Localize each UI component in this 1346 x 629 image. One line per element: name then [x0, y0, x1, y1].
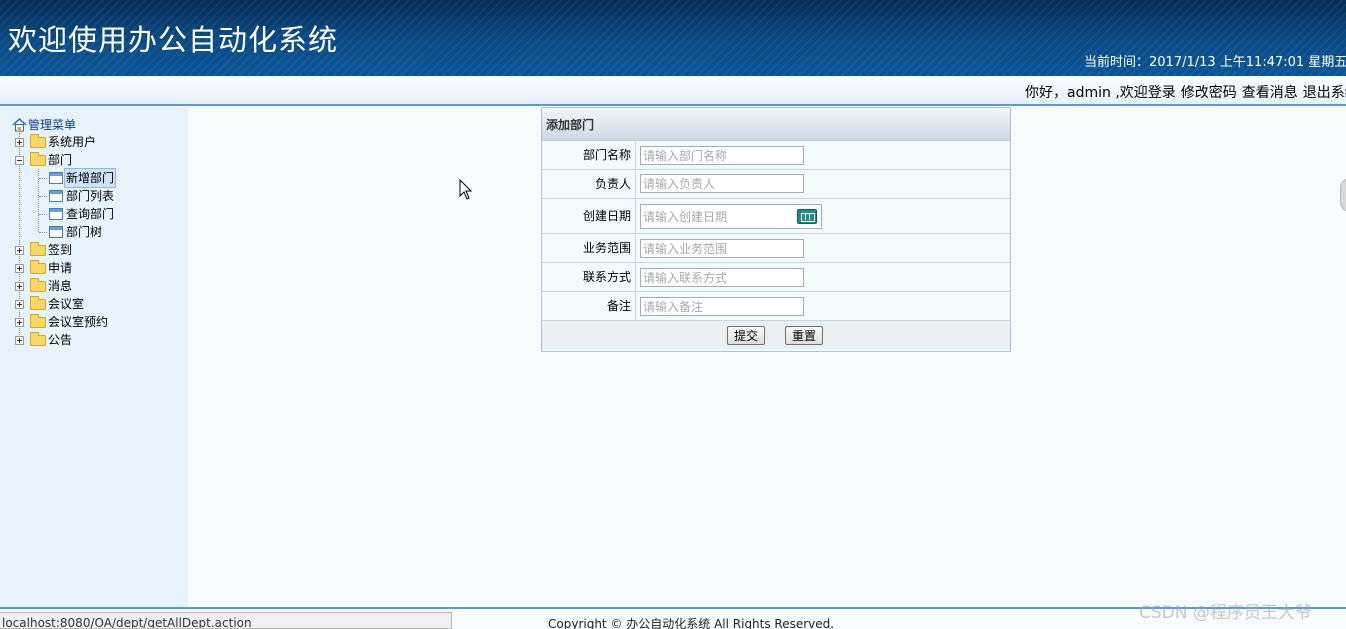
expand-plus-icon[interactable] [15, 282, 24, 291]
business-scope-input[interactable] [640, 239, 804, 258]
calendar-icon[interactable] [797, 209, 817, 224]
expand-plus-icon[interactable] [15, 300, 24, 309]
app-title: 欢迎使用办公自动化系统 [8, 23, 339, 57]
sidebar-item-label: 系统用户 [48, 135, 97, 149]
folder-icon [30, 242, 46, 256]
add-department-form: 添加部门 部门名称 负责人 创建日期 业务范围 联系方式 备注 提交 重置 [541, 107, 1011, 352]
form-row-dept-name: 部门名称 [542, 141, 1010, 170]
logout-link[interactable]: 退出系统 [1303, 85, 1346, 101]
field-label: 负责人 [542, 170, 636, 198]
sidebar-item-label: 部门树 [66, 225, 103, 239]
sidebar-item-label: 新增部门 [64, 168, 117, 188]
form-row-business-scope: 业务范围 [542, 234, 1010, 263]
current-time: 当前时间：2017/1/13 上午11:47:01 星期五 [1084, 55, 1346, 70]
create-date-picker [640, 204, 822, 229]
page-icon [49, 190, 63, 202]
change-password-link[interactable]: 修改密码 [1181, 85, 1237, 101]
sidebar-item-label: 部门列表 [66, 189, 115, 203]
form-actions: 提交 重置 [542, 321, 1010, 349]
field-label: 联系方式 [542, 263, 636, 291]
folder-icon [30, 296, 46, 310]
form-row-create-date: 创建日期 [542, 199, 1010, 234]
field-label: 部门名称 [542, 141, 636, 169]
sidebar-item-label: 申请 [48, 261, 73, 275]
expand-plus-icon[interactable] [15, 138, 24, 147]
mouse-pointer-icon [459, 179, 473, 200]
tree-guide-line [39, 232, 47, 233]
page-icon [49, 208, 63, 220]
sidebar-item-label: 签到 [48, 243, 73, 257]
page-icon [49, 172, 63, 184]
form-row-manager: 负责人 [542, 170, 1010, 199]
remarks-input[interactable] [640, 297, 804, 316]
folder-open-icon [30, 152, 46, 166]
field-label: 业务范围 [542, 234, 636, 262]
sidebar-item-label: 会议室 [48, 297, 85, 311]
folder-icon [30, 260, 46, 274]
tree-guide-line [39, 214, 47, 215]
page-icon [49, 226, 63, 238]
view-messages-link[interactable]: 查看消息 [1242, 85, 1298, 101]
form-row-contact: 联系方式 [542, 263, 1010, 292]
home-icon [12, 118, 27, 132]
dept-name-input[interactable] [640, 146, 804, 165]
tree-root-label: 管理菜单 [28, 118, 77, 132]
tree-guide-line [39, 196, 47, 197]
expand-plus-icon[interactable] [15, 264, 24, 273]
contact-input[interactable] [640, 268, 804, 287]
sidebar-item-label: 会议室预约 [48, 315, 109, 329]
sidebar-item-label: 消息 [48, 279, 73, 293]
sidebar-item-label: 查询部门 [66, 207, 115, 221]
sidebar-item-label: 公告 [48, 333, 73, 347]
watermark-text: CSDN @程序员王大爷 [1139, 603, 1312, 623]
form-title: 添加部门 [542, 108, 1010, 141]
reset-button[interactable]: 重置 [785, 326, 824, 345]
submit-button[interactable]: 提交 [727, 326, 766, 345]
tree-guide-line [39, 178, 47, 179]
folder-icon [30, 278, 46, 292]
side-handle[interactable] [1340, 178, 1346, 212]
manager-input[interactable] [640, 174, 804, 193]
expand-plus-icon[interactable] [15, 318, 24, 327]
folder-icon [30, 134, 46, 148]
app-header: 欢迎使用办公自动化系统 当前时间：2017/1/13 上午11:47:01 星期… [0, 0, 1346, 76]
browser-status-bar: localhost:8080/OA/dept/getAllDept.action [0, 612, 452, 629]
folder-icon [30, 332, 46, 346]
user-bar: 你好，admin ,欢迎登录修改密码查看消息退出系统 [0, 76, 1346, 106]
expand-plus-icon[interactable] [15, 246, 24, 255]
folder-icon [30, 314, 46, 328]
sidebar-item-label: 部门 [48, 153, 73, 167]
sidebar-menu: 管理菜单 系统用户 部门 新增部门 部门列表 查询部门 部门树 签到 申请 消息… [0, 107, 188, 607]
collapse-minus-icon[interactable] [15, 156, 24, 165]
field-label: 备注 [542, 292, 636, 320]
copyright-text: Copyright © 办公自动化系统 All Rights Reserved. [548, 617, 835, 629]
expand-plus-icon[interactable] [15, 336, 24, 345]
greeting-text: 你好，admin ,欢迎登录 [1025, 85, 1176, 101]
create-date-input[interactable] [641, 205, 791, 228]
field-label: 创建日期 [542, 199, 636, 233]
form-row-remarks: 备注 [542, 292, 1010, 321]
